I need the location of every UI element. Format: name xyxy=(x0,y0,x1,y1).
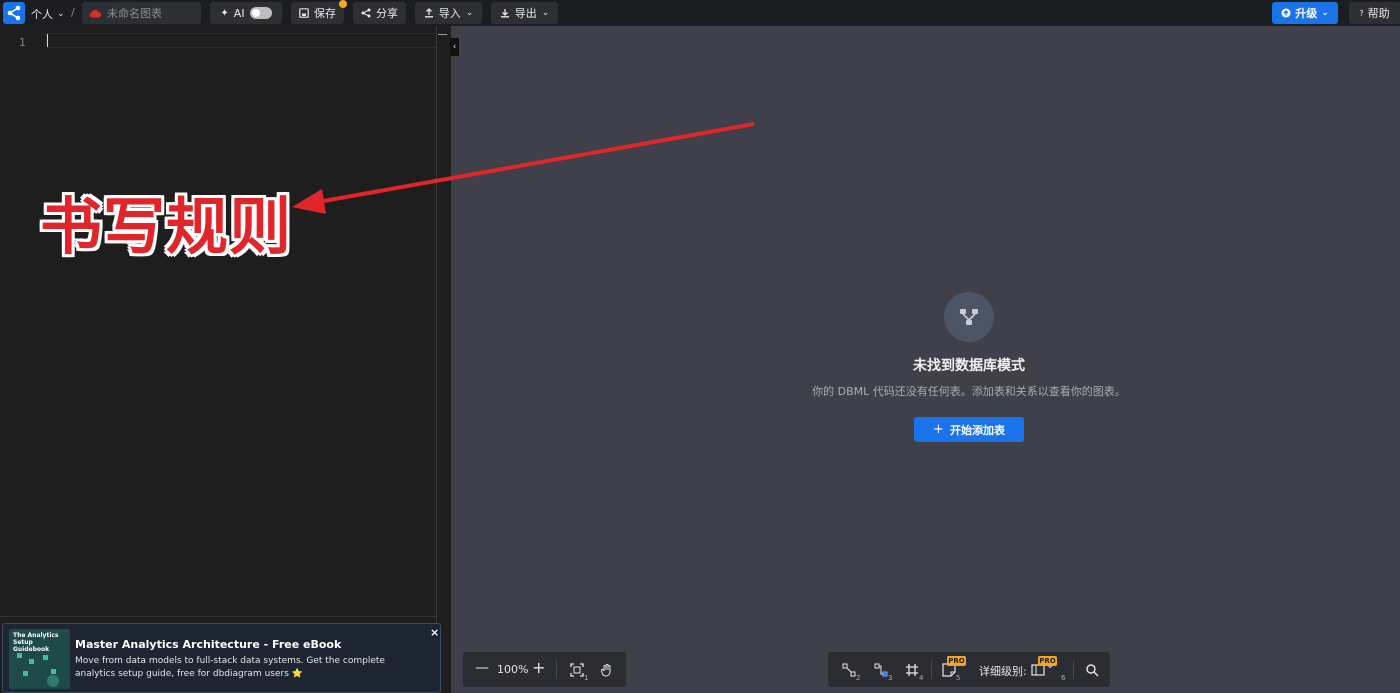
ai-label: AI xyxy=(233,6,245,20)
toolbar-divider xyxy=(931,661,932,679)
export-button[interactable]: 导出 ⌄ xyxy=(491,2,558,24)
upload-icon xyxy=(424,8,433,18)
scrollbar-marker xyxy=(438,34,447,35)
pan-button[interactable] xyxy=(598,661,616,679)
fit-screen-icon xyxy=(570,663,584,677)
unsaved-indicator xyxy=(339,0,347,8)
share-button[interactable]: 分享 xyxy=(353,2,406,24)
question-icon: ? xyxy=(1359,8,1364,18)
diagram-name-field[interactable]: 未命名图表 xyxy=(82,2,201,24)
save-label: 保存 xyxy=(314,7,336,20)
detail-level-label: 详细级别: xyxy=(979,665,1027,678)
fit-shortcut: 1 xyxy=(584,674,589,682)
share-nodes-icon xyxy=(7,5,21,21)
download-icon xyxy=(500,9,509,18)
upgrade-button[interactable]: 升级 ⌄ xyxy=(1272,2,1338,24)
editor-footer xyxy=(0,616,450,623)
export-label: 导出 xyxy=(514,7,537,20)
empty-state-title: 未找到数据库模式 xyxy=(913,358,1025,374)
chevron-down-icon: ⌄ xyxy=(465,8,474,18)
chevron-down-icon: ⌄ xyxy=(541,8,550,18)
editor-scrollbar[interactable] xyxy=(436,26,450,693)
auto-arrange-icon xyxy=(842,663,856,677)
breadcrumb-separator: / xyxy=(71,6,75,19)
upgrade-label: 升级 xyxy=(1295,7,1318,20)
app-logo[interactable] xyxy=(3,2,25,24)
search-icon xyxy=(1086,664,1099,677)
ebook-promo-banner[interactable]: The Analytics Setup Guidebook Master Ana… xyxy=(2,623,441,693)
help-button[interactable]: ? 帮助 xyxy=(1349,2,1400,24)
save-button[interactable]: 保存 xyxy=(291,2,344,24)
toolbar-divider xyxy=(556,661,557,679)
ai-toggle-button[interactable]: ✦ AI xyxy=(210,2,282,24)
collapse-editor-button[interactable]: ‹ xyxy=(450,38,459,56)
empty-state-description: 你的 DBML 代码还没有任何表。添加表和关系以查看你的图表。 xyxy=(812,385,1126,398)
hash-icon xyxy=(906,664,918,676)
import-label: 导入 xyxy=(438,7,461,20)
code-editor[interactable]: 1 xyxy=(0,26,437,616)
workspace-switcher[interactable]: 个人 ⌄ xyxy=(31,6,65,22)
ebook-cover-image: The Analytics Setup Guidebook xyxy=(9,629,70,689)
zoom-toolbar: — 100% + 1 xyxy=(463,652,626,687)
chevron-down-icon: ⌄ xyxy=(57,9,65,19)
chevron-left-icon: ‹ xyxy=(452,42,457,52)
ebook-description: Move from data models to full-stack data… xyxy=(75,656,385,679)
view-toolbar: 2 3 4 5 PRO 详细级别: ⌄ 6 PRO xyxy=(828,652,1110,687)
import-button[interactable]: 导入 ⌄ xyxy=(415,2,482,24)
annotation-label: 书写规则 xyxy=(40,190,293,263)
shortcut-label: 2 xyxy=(856,674,861,682)
zoom-in-button[interactable]: + xyxy=(532,658,545,677)
current-line-highlight xyxy=(46,33,437,48)
ai-toggle-switch[interactable] xyxy=(249,7,272,19)
zoom-level[interactable]: 100% xyxy=(497,663,528,676)
top-bar: 个人 ⌄ / 未命名图表 ✦ AI 保存 分享 导入 ⌄ 导出 ⌄ 升级 ⌄ ?… xyxy=(0,0,1400,26)
share-label: 分享 xyxy=(376,7,398,20)
save-icon xyxy=(299,8,309,18)
cloud-icon xyxy=(89,9,101,17)
chevron-down-icon: ⌄ xyxy=(1321,8,1329,18)
arrow-up-circle-icon xyxy=(1281,8,1291,18)
ebook-title: Master Analytics Architecture - Free eBo… xyxy=(75,638,342,651)
close-icon[interactable]: × xyxy=(430,626,439,639)
sparkle-icon: ✦ xyxy=(220,7,229,19)
toolbar-divider xyxy=(1073,661,1074,679)
shortcut-label: 4 xyxy=(919,674,924,682)
empty-state-icon xyxy=(944,292,994,342)
ebook-cover-art xyxy=(17,653,59,687)
pro-badge: PRO xyxy=(947,656,966,666)
shortcut-label: 3 xyxy=(888,674,893,682)
relationship-icon xyxy=(874,663,888,677)
text-cursor xyxy=(47,34,48,47)
search-button[interactable] xyxy=(1083,661,1101,679)
line-number: 1 xyxy=(19,36,26,49)
zoom-out-button[interactable]: — xyxy=(475,660,489,676)
hand-icon xyxy=(600,664,611,677)
shortcut-label: 5 xyxy=(956,674,961,682)
shortcut-label: 6 xyxy=(1061,674,1066,682)
add-table-button[interactable]: + 开始添加表 xyxy=(914,417,1024,442)
help-label: 帮助 xyxy=(1367,7,1390,20)
share-icon xyxy=(361,8,371,18)
schema-icon xyxy=(960,309,978,325)
pro-badge: PRO xyxy=(1038,656,1057,666)
diagram-name-label: 未命名图表 xyxy=(107,7,162,20)
workspace-label: 个人 xyxy=(31,8,53,21)
add-table-label: 开始添加表 xyxy=(949,423,1005,437)
plus-icon: + xyxy=(933,422,944,437)
